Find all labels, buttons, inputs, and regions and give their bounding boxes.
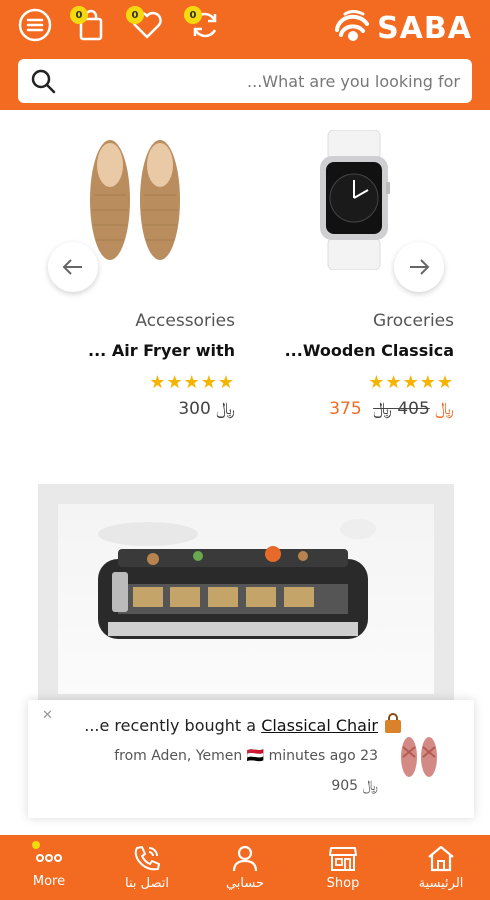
price-value: 300 ﷼ [178,399,235,419]
product-price: 375 ﷼ 405 ﷼ [254,399,454,419]
rating-stars: ★★★★★ [149,372,235,393]
search-icon[interactable] [30,68,56,94]
nav-more[interactable]: More [0,835,98,900]
app-header: 0 0 0 SABA ...What are you looking for [0,0,490,110]
purchase-text: ...e recently bought a Classical Chair [84,716,378,735]
nav-account[interactable]: حسابي [196,835,294,900]
arrow-left-icon [62,259,82,275]
compare-button[interactable]: 0 [184,6,222,42]
notification-dot [32,841,40,849]
nav-label: More [32,874,66,889]
product-name[interactable]: ...Wooden Classica [254,341,454,360]
cart-button[interactable]: 0 [70,6,108,42]
purchased-product-image[interactable] [394,732,444,782]
original-price: 405 ﷼ [373,399,430,419]
store-icon [329,847,357,871]
carousel-next-button[interactable] [394,242,444,292]
user-icon [232,845,258,872]
nav-label: حسابي [225,876,265,891]
purchase-price: 905 ﷼ [331,778,378,794]
wishlist-count-badge: 0 [126,6,144,24]
search-input[interactable]: ...What are you looking for [56,72,460,91]
bottom-navigation: More اتصل بنا حسابي Shop الرئيسية [0,835,490,900]
promo-banner[interactable] [38,484,454,714]
nav-label: Shop [326,876,360,891]
banner-image [58,504,434,694]
logo-mark-icon [335,10,370,41]
recent-purchase-popup[interactable]: ✕ ...e recently bought a Classical Chair… [28,700,474,818]
rating-stars: ★★★★★ [368,372,454,393]
purchase-location: from Aden, Yemen 🇾🇪 minutes ago 23 [114,748,378,764]
purchase-product-link[interactable]: Classical Chair [261,716,378,735]
more-dots-icon [36,854,62,862]
purchase-prefix: ...e recently bought a [84,716,262,735]
nav-label: الرئيسية [418,876,464,891]
saba-logo[interactable]: SABA [331,6,472,50]
arrow-right-icon [410,259,430,275]
product-category: Accessories [135,311,235,331]
close-icon[interactable]: ✕ [42,708,53,723]
nav-home[interactable]: الرئيسية [392,835,490,900]
phone-icon [134,846,160,871]
nav-label: اتصل بنا [125,876,169,891]
wishlist-button[interactable]: 0 [126,6,164,42]
nav-contact[interactable]: اتصل بنا [98,835,196,900]
product-category: Groceries [372,311,454,331]
product-price: 300 ﷼ [35,399,235,419]
search-bar[interactable]: ...What are you looking for [18,59,472,103]
cart-count-badge: 0 [70,6,88,24]
product-name[interactable]: ... Air Fryer with [35,341,235,360]
carousel-prev-button[interactable] [48,242,98,292]
compare-count-badge: 0 [184,6,202,24]
home-icon [428,845,454,872]
menu-icon[interactable] [18,8,52,42]
logo-text: SABA [377,10,472,46]
nav-shop[interactable]: Shop [294,835,392,900]
